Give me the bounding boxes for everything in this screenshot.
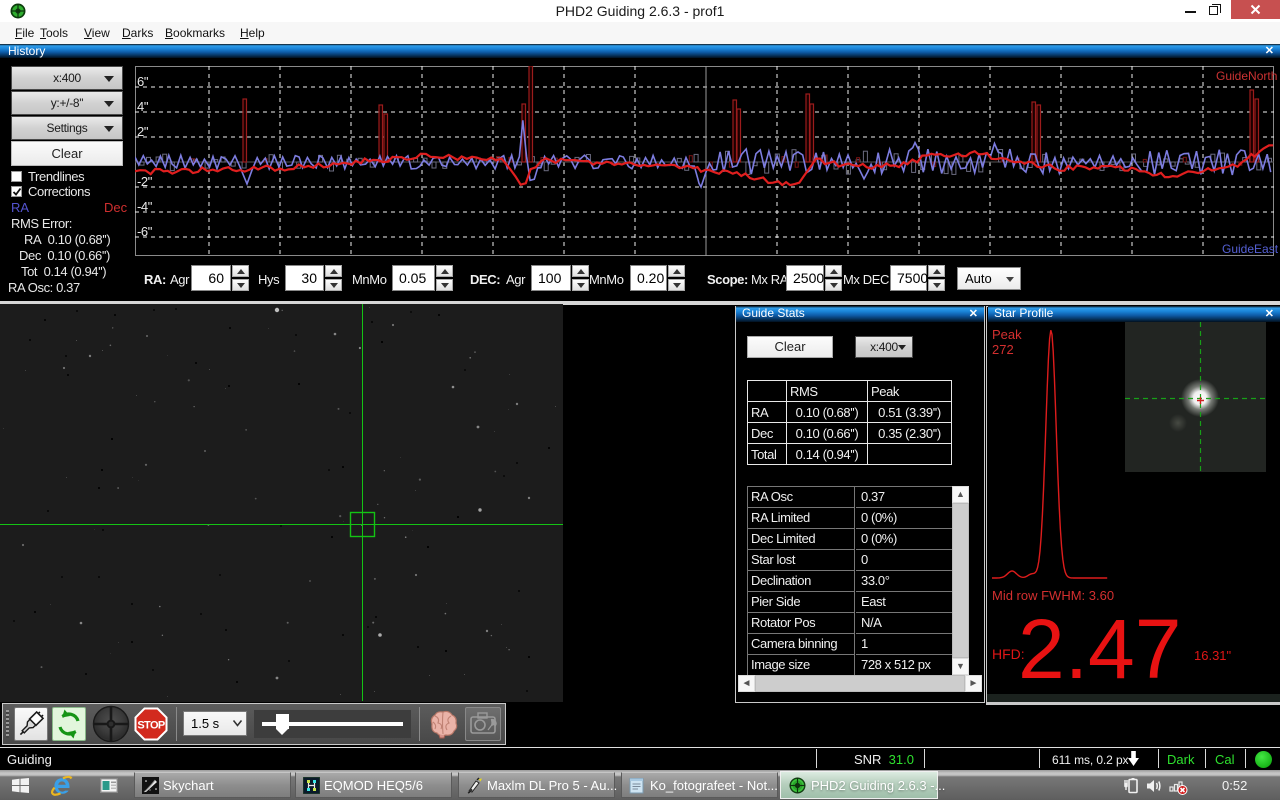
svg-text:STOP: STOP — [137, 720, 165, 732]
